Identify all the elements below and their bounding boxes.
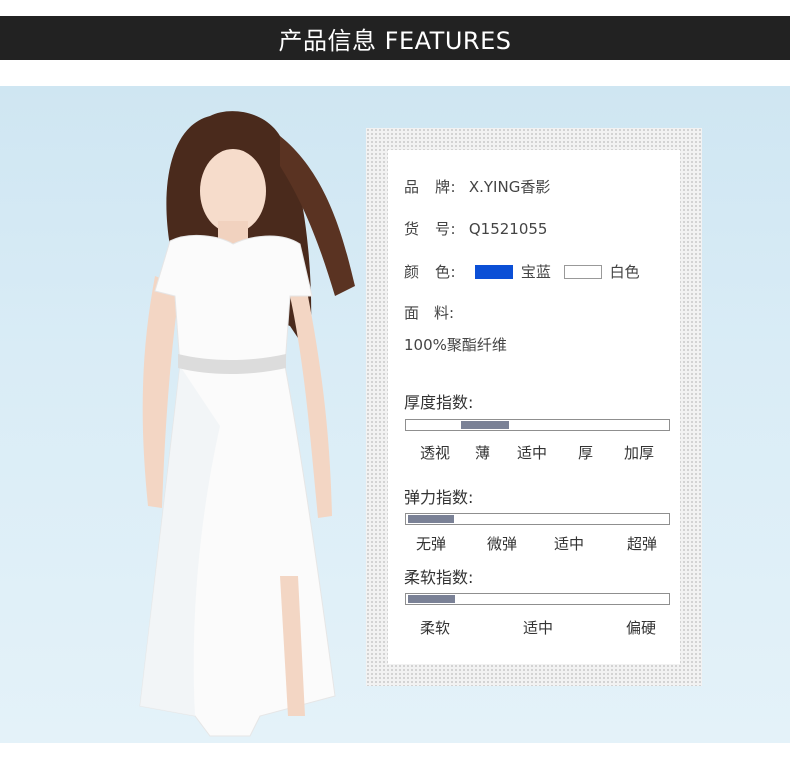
- fabric-label: 面 料:: [404, 304, 455, 322]
- thickness-level: 透视: [420, 444, 451, 462]
- section-header: 产品信息 FEATURES: [0, 16, 790, 60]
- thickness-title: 厚度指数:: [404, 393, 474, 412]
- thickness-level: 薄: [475, 444, 491, 462]
- softness-level: 偏硬: [626, 619, 657, 637]
- softness-track: [405, 593, 670, 605]
- sku-label: 货 号:: [404, 220, 457, 238]
- fabric-value: 100%聚酯纤维: [404, 336, 507, 354]
- softness-indicator: [408, 595, 455, 603]
- model-figure: [139, 111, 355, 737]
- elasticity-level: 微弹: [487, 535, 518, 553]
- brand-value: X.YING香影: [468, 178, 551, 196]
- elasticity-level: 适中: [554, 535, 585, 553]
- brand-label: 品 牌:: [404, 178, 457, 196]
- sku-value: Q1521055: [468, 220, 548, 238]
- thickness-level: 适中: [517, 444, 548, 462]
- brand-row: 品 牌: X.YING香影: [404, 176, 550, 197]
- color-label: 颜 色:: [404, 263, 457, 281]
- elasticity-indicator: [408, 515, 454, 523]
- sku-row: 货 号: Q1521055: [404, 218, 547, 239]
- softness-level: 适中: [523, 619, 554, 637]
- color-name-white: 白色: [609, 263, 640, 281]
- color-swatch-white[interactable]: [563, 265, 602, 279]
- softness-level: 柔软: [420, 619, 451, 637]
- section-title: 产品信息 FEATURES: [278, 26, 512, 55]
- elasticity-level: 超弹: [627, 535, 658, 553]
- elasticity-level: 无弹: [416, 535, 447, 553]
- color-name-blue: 宝蓝: [520, 263, 551, 281]
- color-swatch-blue[interactable]: [474, 265, 513, 279]
- elasticity-title: 弹力指数:: [404, 488, 474, 507]
- thickness-level: 厚: [578, 444, 594, 462]
- thickness-level: 加厚: [624, 444, 655, 462]
- elasticity-track: [405, 513, 670, 525]
- color-row: 颜 色: 宝蓝 白色: [404, 261, 640, 282]
- thickness-track: [405, 419, 670, 431]
- thickness-indicator: [461, 421, 509, 429]
- softness-title: 柔软指数:: [404, 568, 474, 587]
